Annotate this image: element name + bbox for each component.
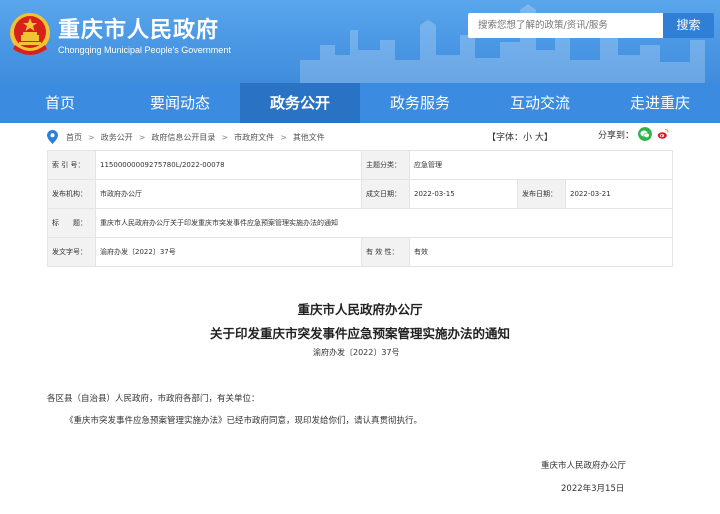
table-row: 发文字号： 渝府办发〔2022〕37号 有 效 性： 有效 (47, 237, 673, 267)
share-bar: 分享到： (598, 127, 671, 141)
breadcrumb-separator: > (138, 132, 146, 142)
nav-item-about-chongqing[interactable]: 走进重庆 (600, 83, 720, 123)
published-date-label: 发布日期： (517, 179, 566, 209)
nav-item-news[interactable]: 要闻动态 (120, 83, 240, 123)
nav-item-interaction[interactable]: 互动交流 (480, 83, 600, 123)
site-title[interactable]: 重庆市人民政府 (58, 12, 219, 44)
breadcrumb: 首页 > 政务公开 > 政府信息公开目录 > 市政府文件 > 其他文件 (47, 129, 325, 145)
share-label: 分享到： (598, 130, 635, 141)
nav-item-services[interactable]: 政务服务 (360, 83, 480, 123)
article-title: 关于印发重庆市突发事件应急预案管理实施办法的通知 (209, 326, 510, 341)
national-emblem-icon (10, 13, 50, 55)
validity-value: 有效 (409, 237, 673, 267)
title-label: 标 题： (47, 208, 96, 238)
location-pin-icon (47, 130, 58, 144)
index-value: 11500000009275780L/2022-00078 (95, 150, 362, 180)
issuer-value: 市政府办公厅 (95, 179, 362, 209)
breadcrumb-other-docs[interactable]: 其他文件 (293, 132, 325, 143)
table-row: 标 题： 重庆市人民政府办公厅关于印发重庆市突发事件应急预案管理实施办法的通知 (47, 208, 673, 238)
breadcrumb-home[interactable]: 首页 (66, 132, 82, 143)
doc-number-label: 发文字号： (47, 237, 96, 267)
article-body: 《重庆市突发事件应急预案管理实施办法》已经市政府同意，现印发给你们，请认真贯彻执… (65, 416, 423, 426)
site-header: 重庆市人民政府 Chongqing Municipal People's Gov… (0, 0, 720, 83)
breadcrumb-info-catalog[interactable]: 政府信息公开目录 (151, 132, 215, 143)
weibo-icon[interactable] (656, 127, 671, 141)
font-size-control[interactable]: 【字体：小 大】 (487, 130, 553, 143)
title-value: 重庆市人民政府办公厅关于印发重庆市突发事件应急预案管理实施办法的通知 (95, 208, 673, 238)
search-button[interactable]: 搜索 (663, 13, 714, 38)
breadcrumb-gov-affairs[interactable]: 政务公开 (101, 132, 133, 143)
nav-item-government-affairs[interactable]: 政务公开 (240, 83, 360, 123)
breadcrumb-city-docs[interactable]: 市政府文件 (234, 132, 274, 143)
site-subtitle: Chongqing Municipal People's Government (58, 45, 231, 55)
doc-number-value: 渝府办发〔2022〕37号 (95, 237, 362, 267)
document-info-table: 索 引 号： 11500000009275780L/2022-00078 主题分… (47, 150, 673, 267)
breadcrumb-separator: > (280, 132, 287, 142)
index-label: 索 引 号： (47, 150, 96, 180)
signature-date: 2022年3月15日 (561, 484, 625, 494)
article-salutation: 各区县（自治县）人民政府，市政府各部门，有关单位： (47, 394, 260, 404)
article-doc-number: 渝府办发〔2022〕37号 (313, 348, 400, 357)
table-row: 发布机构： 市政府办公厅 成文日期： 2022-03-15 发布日期： 2022… (47, 179, 673, 209)
topic-label: 主题分类： (361, 150, 410, 180)
search-input[interactable] (468, 13, 663, 38)
published-date-value: 2022-03-21 (565, 179, 673, 209)
nav-item-home[interactable]: 首页 (0, 83, 120, 123)
validity-label: 有 效 性： (361, 237, 410, 267)
issuer-label: 发布机构： (47, 179, 96, 209)
article-issuing-org: 重庆市人民政府办公厅 (297, 302, 423, 317)
breadcrumb-separator: > (221, 132, 229, 142)
created-date-value: 2022-03-15 (409, 179, 518, 209)
main-nav: 首页 要闻动态 政务公开 政务服务 互动交流 走进重庆 (0, 83, 720, 123)
breadcrumb-separator: > (88, 132, 95, 142)
table-row: 索 引 号： 11500000009275780L/2022-00078 主题分… (47, 150, 673, 180)
created-date-label: 成文日期： (361, 179, 410, 209)
topic-value: 应急管理 (409, 150, 673, 180)
signature-org: 重庆市人民政府办公厅 (541, 461, 627, 471)
wechat-icon[interactable] (638, 127, 653, 141)
